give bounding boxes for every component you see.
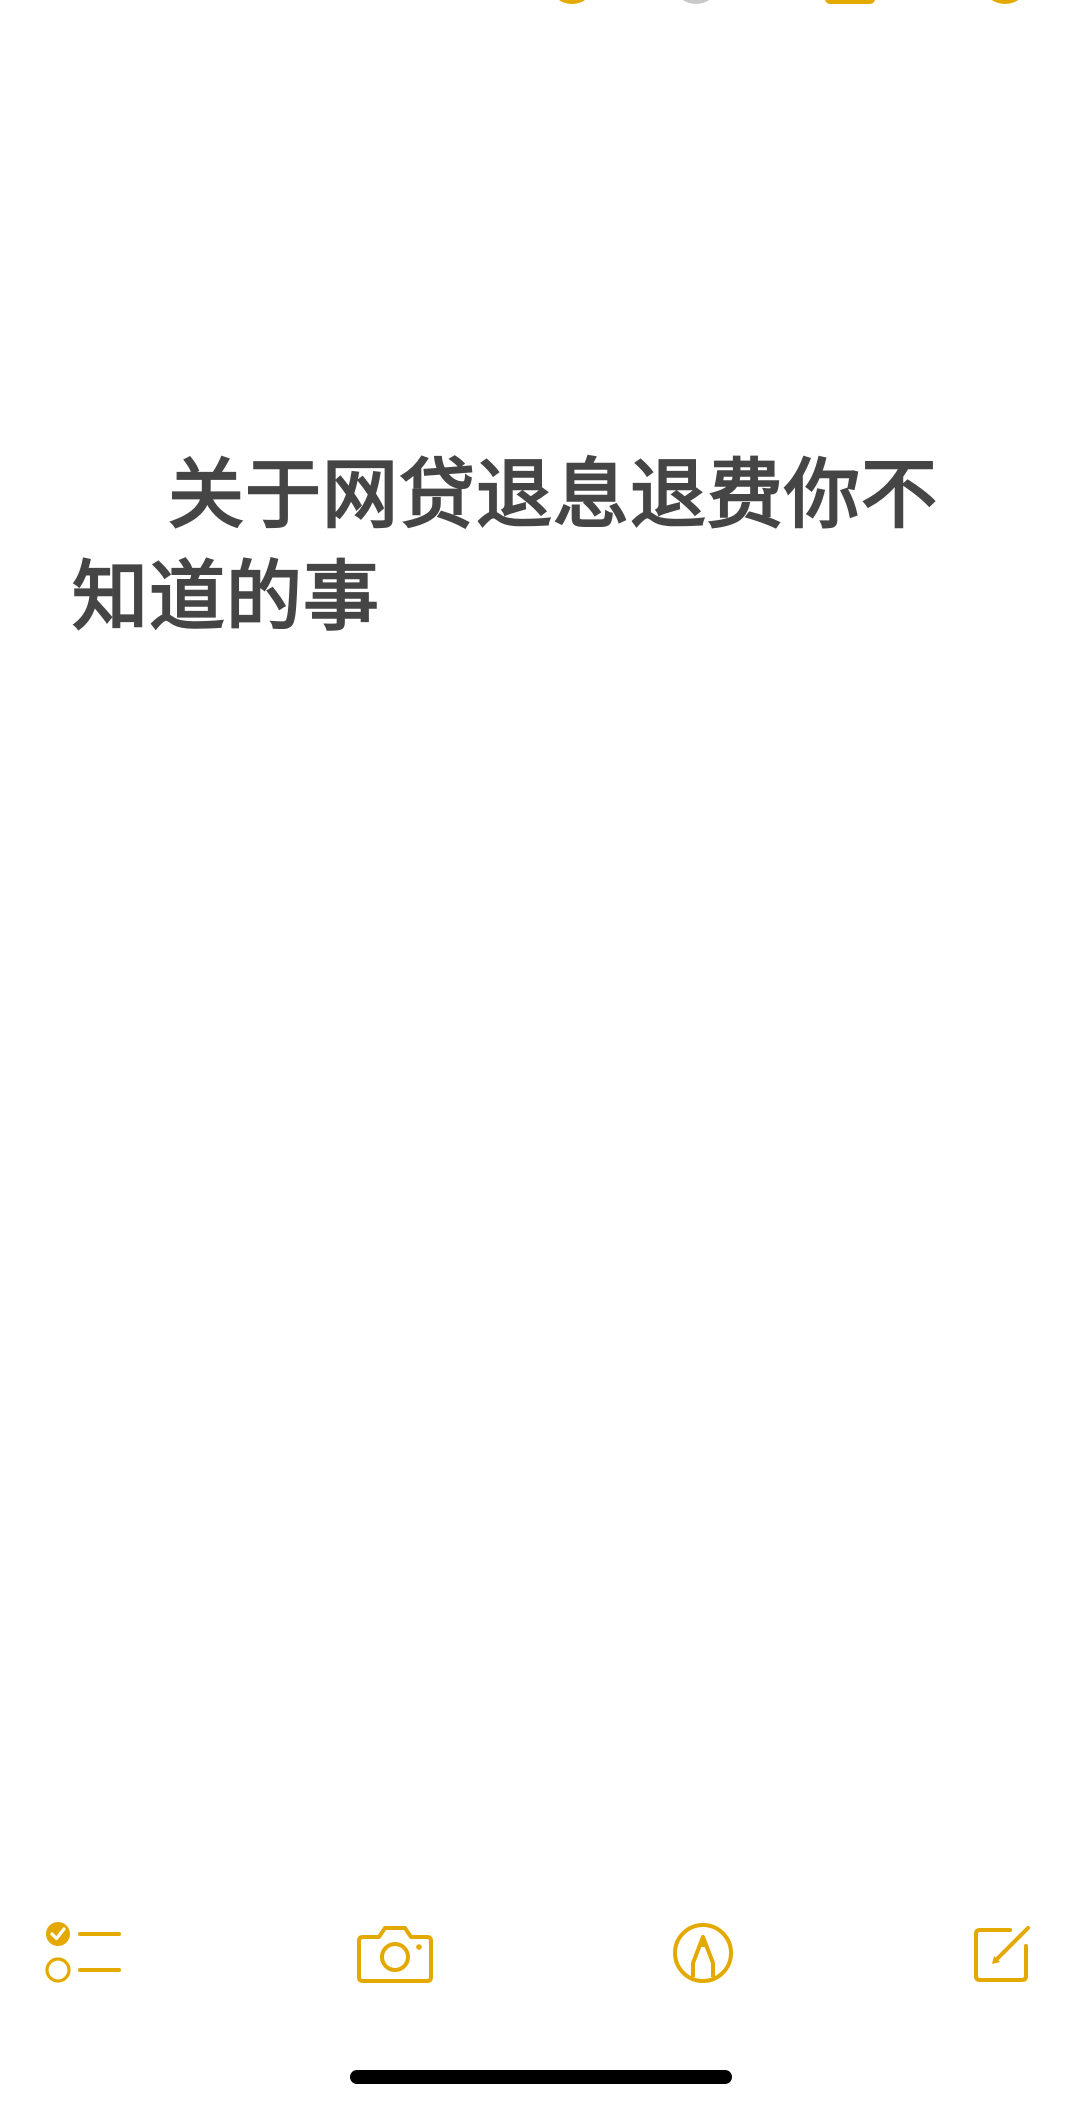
top-toolbar	[0, 0, 1080, 8]
done-icon[interactable]	[985, 0, 1025, 4]
checklist-icon	[45, 1922, 121, 1983]
compose-icon	[974, 1926, 1030, 1982]
notes-screen: 关于网贷退息退费你不 知道的事	[0, 0, 1080, 2105]
note-text-area[interactable]: 关于网贷退息退费你不 知道的事	[72, 444, 972, 648]
checklist-button[interactable]	[40, 1910, 126, 1996]
note-title-line-2: 知道的事	[72, 552, 380, 641]
markup-pen-icon	[673, 1923, 733, 1983]
attachments-icon[interactable]	[825, 0, 875, 4]
share-icon[interactable]	[552, 0, 592, 4]
note-title-line-1: 关于网贷退息退费你不	[72, 444, 972, 546]
home-indicator[interactable]	[350, 2070, 732, 2084]
camera-icon	[357, 1926, 433, 1983]
note-title-text-1: 关于网贷退息退费你不	[168, 450, 938, 539]
more-options-icon[interactable]	[676, 0, 716, 4]
bottom-toolbar	[0, 1910, 1080, 1996]
markup-button[interactable]	[660, 1910, 746, 1996]
compose-button[interactable]	[960, 1910, 1046, 1996]
camera-button[interactable]	[352, 1910, 438, 1996]
